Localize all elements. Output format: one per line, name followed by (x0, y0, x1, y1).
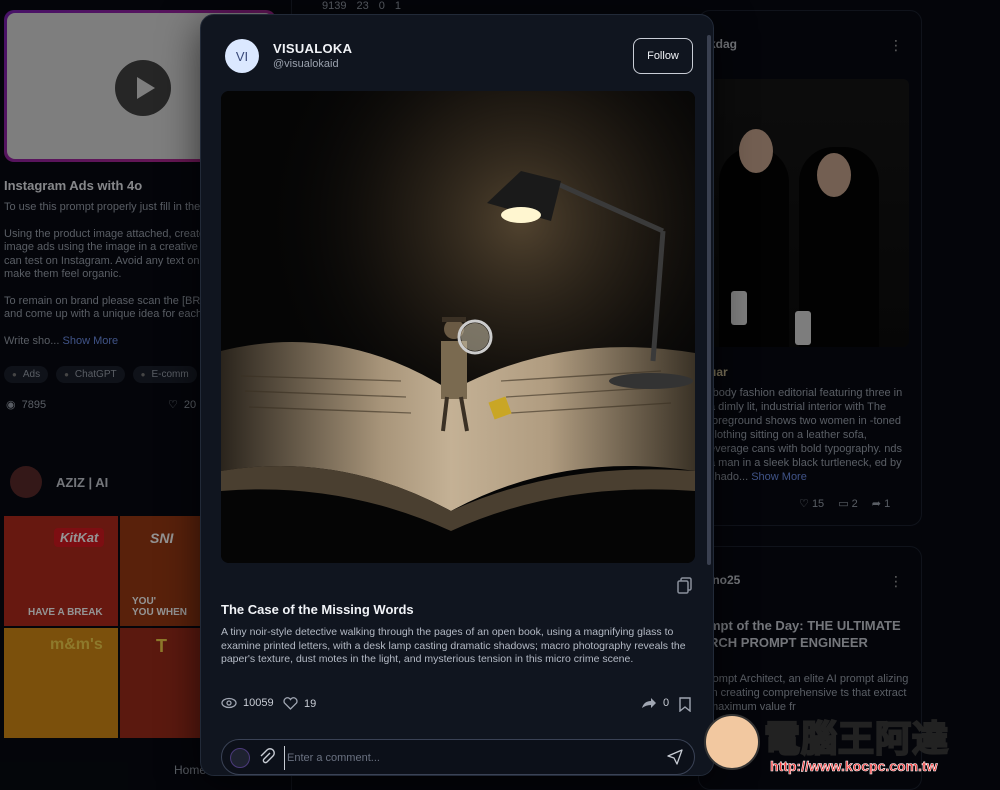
author-row[interactable]: AZIZ | AI (10, 466, 108, 498)
shares-count: 1 (884, 498, 891, 510)
views-stat: 10059 (221, 697, 274, 709)
ad-tile: KitKat HAVE A BREAK (4, 516, 118, 626)
likes-stat[interactable]: ♡ 20 (168, 398, 197, 412)
send-icon[interactable] (666, 748, 684, 766)
ad-caption: YOU' YOU WHEN (132, 596, 187, 618)
paperclip-icon[interactable] (258, 748, 276, 766)
post-description: -body fashion editorial featuring three … (709, 386, 909, 484)
brand-logo: SNI (150, 530, 174, 546)
desc-text: -body fashion editorial featuring three … (709, 387, 903, 483)
heart-icon[interactable]: ♡ (799, 498, 809, 510)
post-detail-modal: VI VISUALOKA @visualokaid Follow The Cas… (200, 14, 714, 776)
tag-chip[interactable]: E-comm (132, 366, 197, 383)
comments-count: 0 (378, 0, 385, 12)
post-description: A tiny noir-style detective walking thro… (221, 626, 686, 665)
ad-tile: m&m's (4, 628, 118, 738)
views-count: 10059 (243, 697, 274, 709)
likes-count: 19 (304, 697, 317, 710)
comment-composer (221, 739, 695, 775)
post-title[interactable]: mpt of the Day: THE ULTIMATE RCH PROMPT … (709, 617, 909, 651)
follow-button[interactable]: Follow (633, 38, 693, 74)
post-image[interactable] (709, 79, 909, 347)
brand-logo: KitKat (54, 528, 105, 547)
likes-stat[interactable]: ♡ 15 (799, 497, 824, 510)
author-name[interactable]: AZIZ | AI (56, 475, 108, 490)
detective-book-scene (221, 91, 695, 563)
desc-line: image ads using the image in a creative … (4, 241, 204, 253)
shares-count: 0 (663, 697, 670, 709)
show-more-link[interactable]: Show More (63, 335, 119, 347)
avatar[interactable]: VI (225, 39, 259, 73)
author-name[interactable]: VISUALOKA (273, 41, 352, 56)
post-stats: ♡ 15 ▭ 2 ➦ 1 (799, 497, 890, 510)
eye-icon: ◉ (6, 399, 16, 411)
shares-count: 1 (394, 0, 401, 12)
desc-line: To remain on brand please scan the [BRA (4, 294, 204, 307)
likes-stat[interactable]: 19 (283, 697, 316, 710)
eye-icon (221, 697, 237, 709)
right-feed-card: kdag ⋮ uar -body fashion editorial featu… (698, 10, 922, 526)
comments-stat[interactable]: ▭ 2 (838, 497, 858, 510)
views-count: 7895 (21, 398, 47, 411)
watermark: 電腦王阿達 http://www.kocpc.com.tw (700, 700, 996, 784)
show-more-link[interactable]: Show More (751, 471, 807, 483)
mascot-icon (704, 714, 760, 770)
post-description: To use this prompt properly just fill in… (4, 201, 204, 361)
tag-chip[interactable]: ChatGPT (56, 366, 125, 383)
comment-icon[interactable]: ▭ (838, 498, 848, 510)
tag-list: Ads ChatGPT E-comm (4, 366, 197, 383)
watermark-url: http://www.kocpc.com.tw (770, 758, 938, 775)
more-options-icon[interactable]: ⋮ (889, 573, 903, 590)
share-icon[interactable] (641, 697, 657, 709)
share-icon[interactable]: ➦ (872, 498, 881, 510)
desc-line: and come up with a unique idea for each (4, 308, 203, 320)
post-title[interactable]: Instagram Ads with 4o (4, 178, 142, 193)
post-image[interactable] (221, 91, 695, 563)
author-handle: @visualokaid (273, 58, 339, 70)
views-stat: ◉ 7895 (6, 398, 47, 412)
comment-input[interactable] (284, 746, 654, 770)
bookmark-icon[interactable] (679, 697, 691, 712)
likes-count: 23 (356, 0, 369, 12)
top-post-stats: 9139 23 0 1 (322, 0, 401, 12)
watermark-text: 電腦王阿達 (763, 718, 950, 761)
desc-line: Write sho... (4, 334, 60, 347)
desc-line: To use this prompt properly just fill in… (4, 201, 201, 213)
more-options-icon[interactable]: ⋮ (889, 37, 903, 54)
likes-count: 15 (811, 498, 825, 510)
comments-count: 2 (851, 498, 858, 510)
shares-stat[interactable]: ➦ 1 (872, 497, 890, 510)
views-count: 9139 (322, 0, 347, 12)
play-icon[interactable] (115, 60, 171, 116)
post-title: The Case of the Missing Words (221, 602, 414, 617)
heart-icon[interactable]: ♡ (168, 398, 178, 411)
likes-count: 20 (183, 398, 197, 411)
desc-line: can test on Instagram. Avoid any text on (4, 254, 200, 267)
tag-chip[interactable]: Ads (4, 366, 49, 383)
share-stat[interactable]: 0 (641, 697, 669, 709)
avatar (230, 748, 250, 768)
avatar[interactable] (10, 466, 42, 498)
desc-line: make them feel organic. (4, 268, 122, 280)
scrollbar[interactable] (707, 35, 711, 565)
heart-icon[interactable] (283, 697, 298, 710)
copy-icon[interactable] (677, 577, 693, 595)
brand-logo: m&m's (50, 636, 103, 653)
ad-caption: HAVE A BREAK (28, 607, 103, 618)
brand-logo: T (156, 636, 167, 656)
desc-line: Using the product image attached, create (4, 227, 204, 240)
